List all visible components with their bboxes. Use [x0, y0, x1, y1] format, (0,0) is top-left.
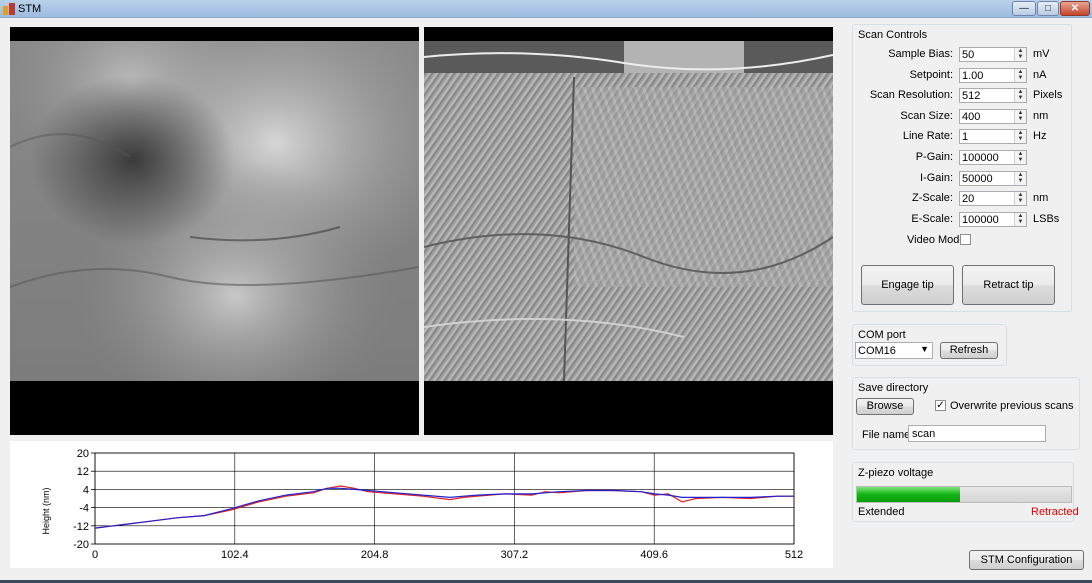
field-unit: Pixels	[1033, 89, 1063, 101]
stm-configuration-button[interactable]: STM Configuration	[969, 550, 1084, 570]
chart-svg: Height (nm) 0 102.4 204.8 307.2 409.6 512 20 12…	[41, 448, 803, 561]
maximize-button[interactable]: □	[1037, 1, 1059, 16]
spinner-arrows-icon[interactable]: ▲ ▼	[1014, 192, 1026, 205]
title-bar: STM — □ ✕	[0, 0, 1092, 18]
topography-image	[10, 27, 419, 435]
field-label: Setpoint:	[909, 69, 953, 81]
field-unit: Hz	[1033, 130, 1047, 142]
com-port-value: COM16	[858, 345, 896, 357]
numeric-input[interactable]: 50 ▲ ▼	[959, 47, 1027, 62]
numeric-value: 20	[962, 193, 975, 205]
numeric-input[interactable]: 1 ▲ ▼	[959, 129, 1027, 144]
height-profile-chart: Height (nm) 0 102.4 204.8 307.2 409.6 512 20 12…	[10, 441, 833, 568]
spinner-arrows-icon[interactable]: ▲ ▼	[1014, 172, 1026, 185]
numeric-input[interactable]: 100000 ▲ ▼	[959, 212, 1027, 227]
x-tick-label: 102.4	[221, 549, 249, 561]
com-port-title: COM port	[858, 329, 906, 341]
spinner-arrows-icon[interactable]: ▲ ▼	[1014, 89, 1026, 102]
current-image	[424, 27, 833, 435]
numeric-value: 1.00	[962, 70, 984, 82]
minimize-button[interactable]: —	[1012, 1, 1036, 16]
height-series-line-0	[94, 485, 794, 529]
field-label: Sample Bias:	[888, 48, 953, 60]
x-tick-label: 307.2	[501, 549, 529, 561]
numeric-input[interactable]: 100000 ▲ ▼	[959, 150, 1027, 165]
x-tick-label: 512	[785, 549, 803, 561]
chevron-down-icon: ▼	[920, 344, 929, 354]
field-label: Scan Size:	[900, 110, 953, 122]
field-unit: mV	[1033, 48, 1050, 60]
engage-tip-button[interactable]: Engage tip	[861, 265, 954, 305]
field-label: Scan Resolution:	[869, 89, 953, 101]
x-tick-label: 0	[92, 549, 98, 561]
numeric-value: 100000	[962, 152, 999, 164]
y-tick-label: 20	[77, 448, 89, 460]
numeric-value: 400	[962, 111, 981, 123]
retract-tip-button[interactable]: Retract tip	[962, 265, 1055, 305]
numeric-value: 512	[962, 90, 981, 102]
field-unit: nA	[1033, 69, 1047, 81]
numeric-input[interactable]: 50000 ▲ ▼	[959, 171, 1027, 186]
x-tick-label: 204.8	[361, 549, 389, 561]
field-label: Z-Scale:	[912, 192, 953, 204]
retracted-label: Retracted	[1031, 506, 1079, 518]
field-unit: nm	[1033, 192, 1049, 204]
spinner-arrows-icon[interactable]: ▲ ▼	[1014, 69, 1026, 82]
numeric-input[interactable]: 1.00 ▲ ▼	[959, 68, 1027, 83]
zpiezo-progress-bar	[856, 486, 1072, 503]
topography-render	[10, 41, 419, 381]
filename-label: File name:	[862, 429, 914, 441]
y-axis-label: Height (nm)	[41, 487, 51, 534]
field-label: E-Scale:	[911, 213, 953, 225]
refresh-button[interactable]: Refresh	[940, 342, 998, 359]
numeric-input[interactable]: 20 ▲ ▼	[959, 191, 1027, 206]
filename-value: scan	[912, 428, 936, 440]
y-tick-label: -12	[73, 521, 89, 533]
y-tick-label: 4	[83, 484, 89, 496]
browse-button[interactable]: Browse	[856, 398, 914, 415]
video-mode-checkbox[interactable]	[960, 234, 971, 245]
numeric-value: 1	[962, 131, 969, 143]
window-title: STM	[18, 3, 42, 15]
y-tick-label: -4	[79, 503, 89, 515]
y-tick-label: 12	[77, 466, 89, 478]
video-mode-label: Video Mode	[907, 234, 966, 246]
extended-label: Extended	[858, 506, 905, 518]
spinner-arrows-icon[interactable]: ▲ ▼	[1014, 48, 1026, 61]
numeric-value: 50000	[962, 173, 993, 185]
app-icon	[3, 3, 15, 15]
filename-input[interactable]: scan	[908, 425, 1046, 442]
numeric-input[interactable]: 400 ▲ ▼	[959, 109, 1027, 124]
x-tick-label: 409.6	[640, 549, 668, 561]
zpiezo-progress-fill	[857, 487, 960, 502]
numeric-value: 100000	[962, 214, 999, 226]
field-label: Line Rate:	[902, 130, 953, 142]
y-tick-label: -20	[73, 539, 89, 551]
numeric-input[interactable]: 512 ▲ ▼	[959, 88, 1027, 103]
height-series-line-1	[94, 487, 794, 529]
overwrite-checkbox[interactable]: ✓	[935, 400, 946, 411]
field-unit: nm	[1033, 110, 1049, 122]
current-render	[424, 41, 833, 382]
field-label: P-Gain:	[915, 151, 953, 163]
spinner-arrows-icon[interactable]: ▲ ▼	[1014, 130, 1026, 143]
zpiezo-title: Z-piezo voltage	[858, 467, 934, 479]
save-directory-title: Save directory	[858, 382, 929, 394]
numeric-value: 50	[962, 49, 975, 61]
field-unit: LSBs	[1033, 213, 1060, 225]
spinner-arrows-icon[interactable]: ▲ ▼	[1014, 110, 1026, 123]
scan-controls-title: Scan Controls	[858, 29, 928, 41]
spinner-arrows-icon[interactable]: ▲ ▼	[1014, 213, 1026, 226]
close-button[interactable]: ✕	[1060, 1, 1090, 16]
field-label: I-Gain:	[919, 172, 953, 184]
overwrite-label: Overwrite previous scans	[950, 400, 1074, 412]
spinner-arrows-icon[interactable]: ▲ ▼	[1014, 151, 1026, 164]
com-port-select[interactable]: COM16 ▼	[855, 342, 933, 359]
